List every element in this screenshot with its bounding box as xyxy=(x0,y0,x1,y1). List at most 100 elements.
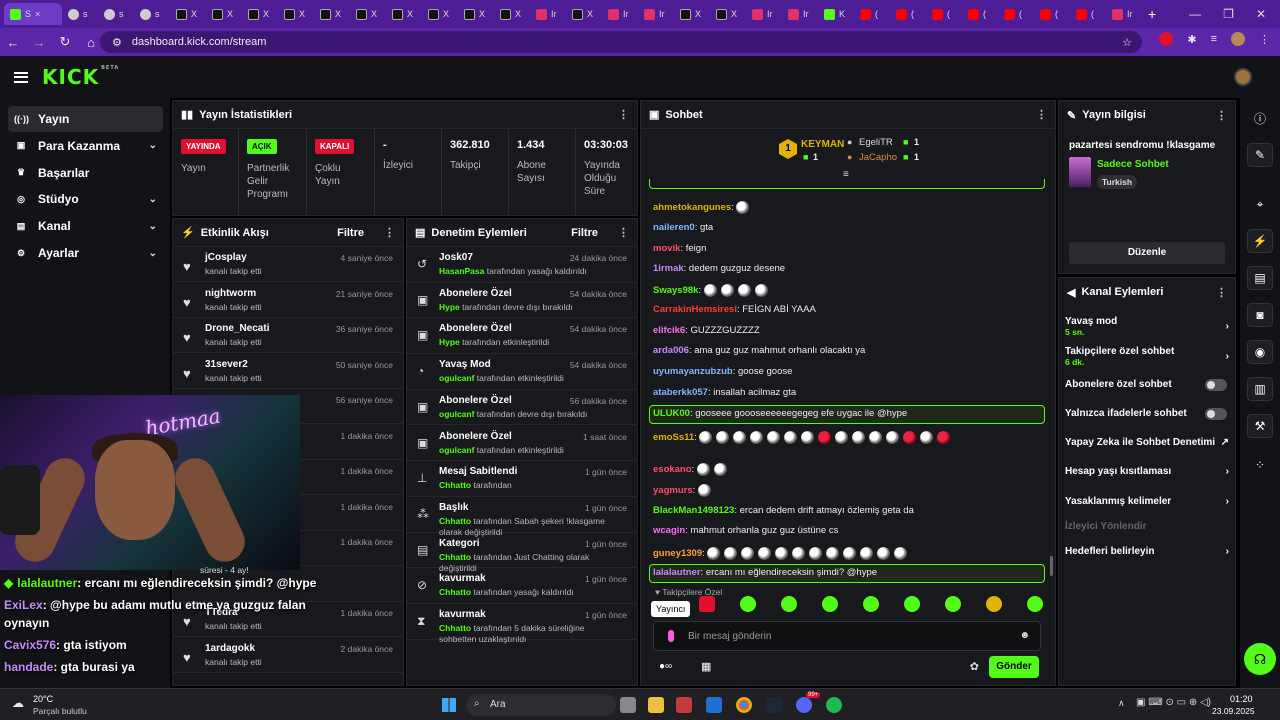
goose-emote-icon[interactable] xyxy=(920,430,934,444)
task-view-icon[interactable] xyxy=(620,697,636,713)
more-options-icon[interactable]: ⋮ xyxy=(618,226,629,239)
goose-emote-icon[interactable] xyxy=(860,547,874,560)
channel-action-row[interactable]: Yavaş mod 5 sn. › xyxy=(1065,316,1229,337)
sidebar-item-0[interactable]: ((·)) Yayın xyxy=(8,106,163,132)
browser-tab[interactable]: X xyxy=(314,3,350,25)
goose-emote-icon[interactable] xyxy=(869,430,883,444)
moderation-row[interactable]: ▣ Abonelere Özel ogulcanf tarafından devre… xyxy=(407,390,637,426)
chat-username[interactable]: esokano xyxy=(653,464,692,475)
goose-emote-icon[interactable] xyxy=(784,430,798,444)
browser-menu-icon[interactable]: ⋮ xyxy=(1259,33,1270,46)
maximize-icon[interactable]: ❐ xyxy=(1223,7,1234,21)
goose-emote-icon[interactable] xyxy=(741,547,755,560)
chrome-icon[interactable] xyxy=(736,697,752,713)
chat-message[interactable]: esokano: xyxy=(653,463,731,476)
more-options-icon[interactable]: ⋮ xyxy=(1036,108,1047,121)
add-widget-icon[interactable]: ⁘ xyxy=(1247,453,1273,477)
minimize-icon[interactable]: — xyxy=(1189,7,1201,21)
focus-icon[interactable]: ⌖ xyxy=(1247,192,1273,216)
chat-message[interactable]: arda006: ama guz guz mahmut orhanlı olac… xyxy=(653,345,865,356)
browser-tab[interactable]: Ir xyxy=(602,3,638,25)
goose-emote-icon[interactable] xyxy=(792,547,806,560)
goose-emote-icon[interactable] xyxy=(809,547,823,560)
chat-message[interactable]: yagmurs: xyxy=(653,484,715,497)
moderation-row[interactable]: ↺ Josk07 HasanPasa tarafından yasağı kaldı… xyxy=(407,247,637,283)
sidebar-item-5[interactable]: ⚙ Ayarlar ⌄ xyxy=(8,240,163,266)
moderation-row[interactable]: ▣ Abonelere Özel ogulcanf tarafından etkin… xyxy=(407,426,637,462)
goose-emote-icon[interactable] xyxy=(713,463,727,476)
browser-tab[interactable]: X xyxy=(206,3,242,25)
emoji-icon[interactable]: ☻ xyxy=(1019,630,1030,641)
chat-input[interactable]: Bir mesaj gönderin ☻ xyxy=(653,621,1041,651)
tray-app-icons[interactable]: ▣ ⌨ ⊙ ▭ ⊕ ◁) xyxy=(1136,697,1211,708)
sidebar-item-1[interactable]: ▣ Para Kazanma ⌄ xyxy=(8,133,163,159)
edit-pencil-icon[interactable]: ✎ xyxy=(1247,143,1273,167)
quick-emote-icon[interactable] xyxy=(1027,596,1043,612)
browser-tab[interactable]: X xyxy=(674,3,710,25)
goose-emote-icon[interactable] xyxy=(696,463,710,476)
browser-tab[interactable]: X xyxy=(494,3,530,25)
discord-icon[interactable] xyxy=(796,697,812,713)
profile-avatar-icon[interactable] xyxy=(1231,32,1245,46)
goose-emote-icon[interactable] xyxy=(852,430,866,444)
browser-tab-active[interactable]: S × xyxy=(4,3,62,25)
chat-icon[interactable]: ◙ xyxy=(1247,303,1273,327)
goose-emote-icon[interactable] xyxy=(736,201,750,214)
goose-emote-icon[interactable] xyxy=(843,547,857,560)
back-icon[interactable]: ← xyxy=(0,35,26,50)
browser-tab[interactable]: Ir xyxy=(746,3,782,25)
chat-message[interactable]: wcagin: mahmut orhanla guz guz üstüne cs xyxy=(653,525,838,536)
chat-message[interactable]: ataberkk057: insallah acilmaz gta xyxy=(653,387,796,398)
goose-emote-icon[interactable] xyxy=(818,430,832,444)
quick-emote-icon[interactable] xyxy=(904,596,920,612)
goose-emote-icon[interactable] xyxy=(707,547,721,560)
goose-emote-icon[interactable] xyxy=(767,430,781,444)
moderation-filter-button[interactable]: Filtre xyxy=(571,227,598,239)
tray-chevron-icon[interactable]: ∧ xyxy=(1118,698,1125,709)
more-options-icon[interactable]: ⋮ xyxy=(1216,109,1227,122)
browser-tab[interactable]: Ir xyxy=(530,3,566,25)
extension-icon[interactable] xyxy=(1159,32,1174,46)
category-thumbnail[interactable] xyxy=(1069,157,1091,187)
browser-tab[interactable]: ( xyxy=(1070,3,1106,25)
chat-username[interactable]: elifcik6 xyxy=(653,325,685,336)
chat-message[interactable]: 1irmak: dedem guzguz desene xyxy=(653,263,785,274)
goose-emote-icon[interactable] xyxy=(716,430,730,444)
browser-tab[interactable]: X xyxy=(386,3,422,25)
channel-action-row[interactable]: Hesap yaşı kısıtlaması › xyxy=(1065,466,1229,477)
browser-tab[interactable]: Ir xyxy=(1106,3,1142,25)
moderation-row[interactable]: ⁂ Başlık Chhatto tarafından Sabah şekeri !… xyxy=(407,497,637,537)
browser-tab[interactable]: s xyxy=(134,3,170,25)
chevron-down-icon[interactable]: ⌄ xyxy=(149,194,157,205)
chevron-down-icon[interactable]: ⌄ xyxy=(149,221,157,232)
browser-tab[interactable]: X xyxy=(350,3,386,25)
goose-emote-icon[interactable] xyxy=(775,547,789,560)
goose-emote-icon[interactable] xyxy=(886,430,900,444)
broadcast-signal-icon[interactable]: ◉ xyxy=(1247,340,1273,364)
chat-username[interactable]: lalalautner xyxy=(653,567,701,578)
goose-emote-icon[interactable] xyxy=(894,547,908,560)
chat-message[interactable]: CarrakinHemsiresi: FEİGN ABİ YAAA xyxy=(653,304,816,315)
close-window-icon[interactable]: ✕ xyxy=(1256,7,1266,21)
browser-tab[interactable]: X xyxy=(170,3,206,25)
chat-message[interactable]: elifcik6: GUZZZGUZZZZ xyxy=(653,325,760,336)
goose-emote-icon[interactable] xyxy=(801,430,815,444)
channel-points-icon[interactable]: ●∞ xyxy=(659,661,672,672)
chat-username[interactable]: ataberkk057 xyxy=(653,387,708,398)
outlook-icon[interactable] xyxy=(706,697,722,713)
goose-emote-icon[interactable] xyxy=(703,284,717,297)
activity-row[interactable]: ♥ 1ardagokk kanalı takip etti 2 dakika önce xyxy=(173,638,403,673)
chat-message[interactable]: ULUK00: gooseee goooseeeeeegegeg efe uyg… xyxy=(653,408,907,419)
moderation-row[interactable]: ◔ Yavaş Mod ogulcanf tarafından etkinleşti… xyxy=(407,354,637,390)
kick-logo[interactable]: KICK BETA xyxy=(42,65,119,89)
activity-row[interactable]: ♥ jCosplay kanalı takip etti 4 saniye önce xyxy=(173,247,403,282)
tab-close-icon[interactable]: × xyxy=(35,9,40,19)
wrench-icon[interactable]: ⚒ xyxy=(1247,414,1273,438)
chevron-right-icon[interactable]: › xyxy=(1226,321,1229,332)
browser-tab[interactable]: Ir xyxy=(638,3,674,25)
windows-start-icon[interactable] xyxy=(442,698,456,712)
chat-message[interactable]: ahmetokangunes: xyxy=(653,201,753,214)
quick-emote-icon[interactable] xyxy=(863,596,879,612)
quick-emote-icon[interactable] xyxy=(986,596,1002,612)
chevron-right-icon[interactable]: › xyxy=(1226,351,1229,362)
